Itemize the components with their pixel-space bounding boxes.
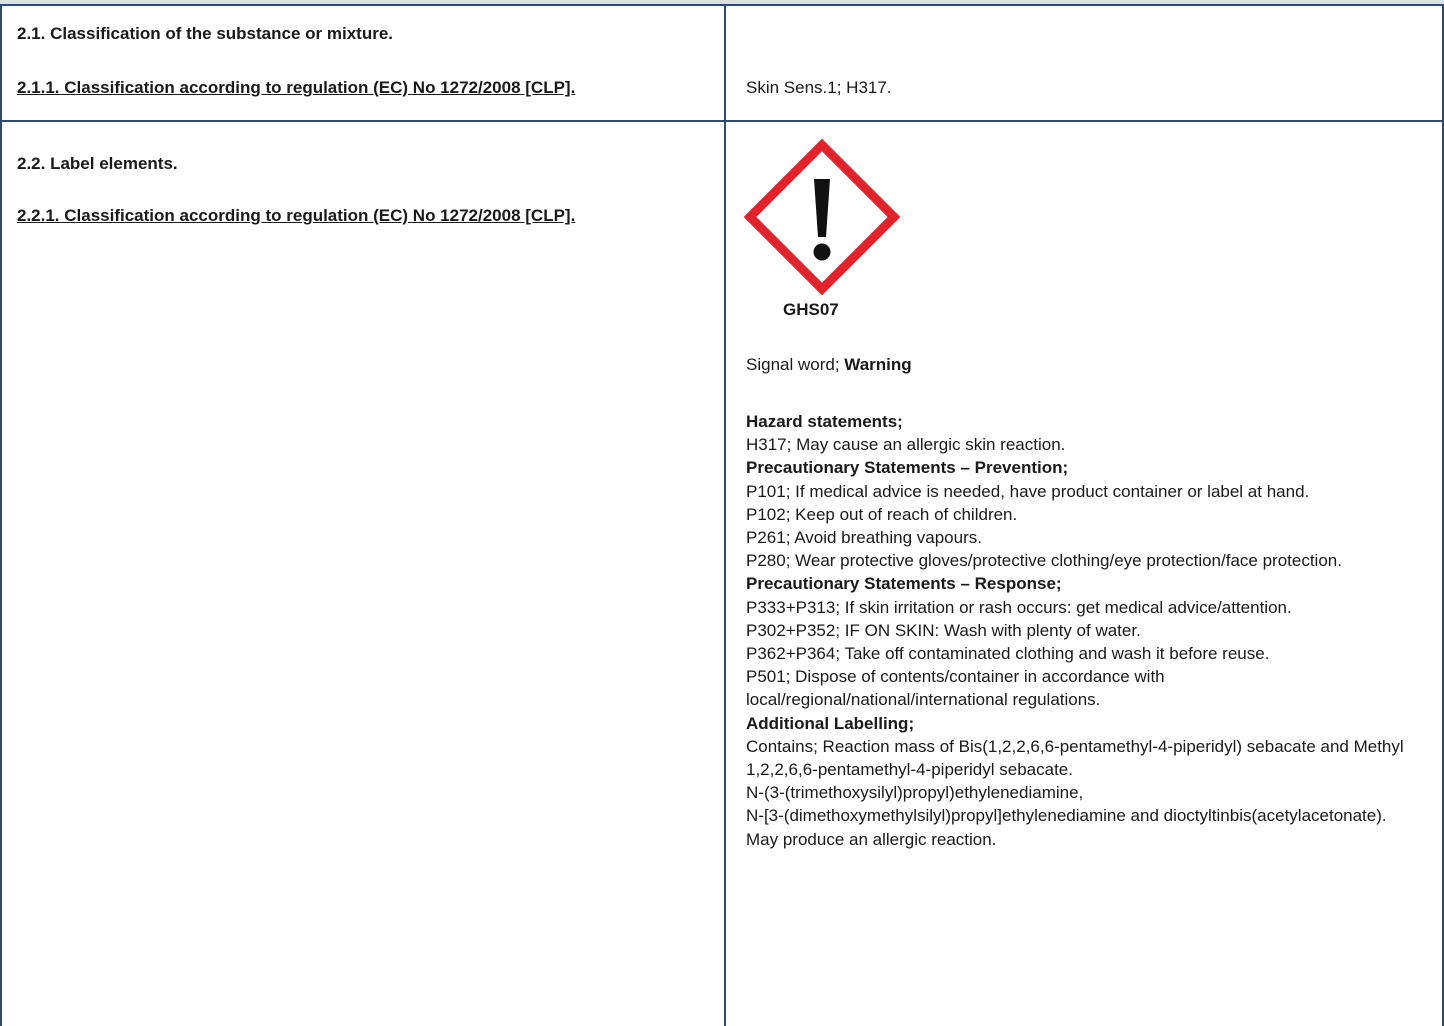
response-statement: P501; Dispose of contents/container in a… [746,667,1165,710]
prevention-heading: Precautionary Statements – Prevention; [746,458,1069,478]
additional-statement: Contains; Reaction mass of Bis(1,2,2,6,6… [746,736,1404,780]
prevention-statement: P280; Wear protective gloves/protective … [746,551,1342,571]
hazard-statements-heading: Hazard statements; [746,412,903,431]
additional-statement: May produce an allergic reaction. [746,829,997,849]
label-statements: Hazard statements; H317; May cause an al… [746,410,1426,851]
prevention-statement: P102; Keep out of reach of children. [746,504,1018,524]
prevention-statement: P101; If medical advice is needed, have … [746,481,1310,501]
section-2-2-1-heading: 2.2.1. Classification according to regul… [17,206,576,225]
prevention-statement: P261; Avoid breathing vapours. [746,528,982,548]
additional-statement: N-(3-(trimethoxysilyl)propyl)ethylenedia… [746,783,1084,803]
classification-value: Skin Sens.1; H317. [746,78,892,97]
row-divider [0,120,1444,122]
hazard-statement: H317; May cause an allergic skin reactio… [746,435,1066,455]
exclamation-mark-diamond-icon [744,139,900,295]
response-statement: P302+P352; IF ON SKIN: Wash with plenty … [746,620,1141,640]
column-divider [724,6,726,1026]
signal-word-line: Signal word; Warning [746,355,912,375]
section-2-1-1-heading: 2.1.1. Classification according to regul… [17,78,576,97]
signal-word: Warning [844,355,912,374]
section-2-2-heading: 2.2. Label elements. [17,154,178,173]
pictogram-code: GHS07 [783,300,839,319]
response-statement: P333+P313; If skin irritation or rash oc… [746,597,1292,617]
response-statement: P362+P364; Take off contaminated clothin… [746,644,1270,664]
section-2-1-heading: 2.1. Classification of the substance or … [17,24,393,43]
additional-statement: N-[3-(dimethoxymethylsilyl)propyl]ethyle… [746,806,1387,826]
response-heading: Precautionary Statements – Response; [746,574,1062,594]
signal-word-label: Signal word; [746,355,845,374]
additional-labelling-heading: Additional Labelling; [746,713,915,733]
